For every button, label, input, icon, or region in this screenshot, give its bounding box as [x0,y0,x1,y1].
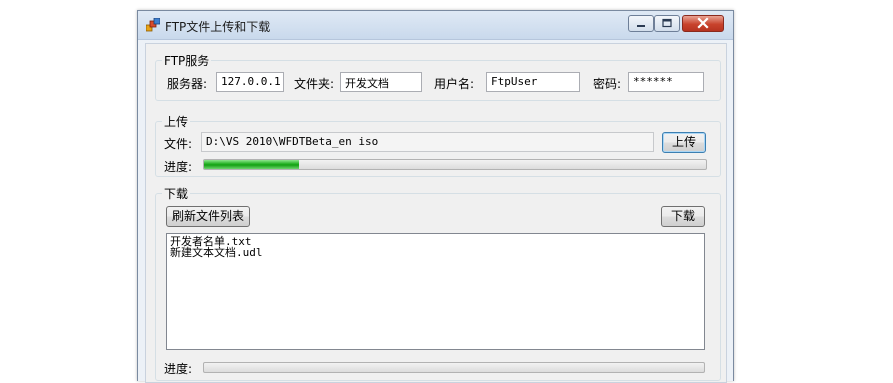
download-group-label: 下载 [162,185,191,202]
download-progress-bar [203,362,705,373]
password-label: 密码: [593,77,622,91]
list-item[interactable]: 新建文本文档.udl [170,247,701,258]
username-label: 用户名: [434,77,475,91]
file-list[interactable]: 开发者名单.txt 新建文本文档.udl [166,233,705,350]
upload-progress-fill [204,160,300,169]
app-icon [146,18,160,32]
folder-label: 文件夹: [294,77,335,91]
download-progress-label: 进度: [164,362,193,376]
folder-input[interactable]: 开发文档 [340,72,422,92]
ftp-window: FTP文件上传和下载 FTP服务 服务器: 127.0.0.1 文件夹: 开发文… [137,10,734,383]
minimize-button[interactable] [628,15,654,32]
close-icon [697,17,709,29]
minimize-icon [637,25,645,27]
maximize-button[interactable] [654,15,680,32]
upload-button[interactable]: 上传 [662,132,706,153]
upload-group-label: 上传 [162,113,191,130]
ftp-service-group-label: FTP服务 [162,52,212,69]
upload-progress-label: 进度: [164,160,193,174]
file-label: 文件: [164,137,193,151]
password-input[interactable]: ****** [628,72,704,92]
title-bar[interactable]: FTP文件上传和下载 [138,11,733,40]
client-area: FTP服务 服务器: 127.0.0.1 文件夹: 开发文档 用户名: FtpU… [145,43,727,383]
server-input[interactable]: 127.0.0.1 [216,72,284,92]
file-path-input[interactable]: D:\VS 2010\WFDTBeta_en iso [201,132,654,152]
download-button[interactable]: 下载 [661,206,705,227]
close-button[interactable] [682,15,724,32]
server-label: 服务器: [167,77,208,91]
upload-progress-bar [203,159,707,170]
maximize-icon [662,18,672,28]
username-input[interactable]: FtpUser [486,72,580,92]
window-title: FTP文件上传和下载 [165,20,271,34]
refresh-file-list-button[interactable]: 刷新文件列表 [166,206,250,227]
